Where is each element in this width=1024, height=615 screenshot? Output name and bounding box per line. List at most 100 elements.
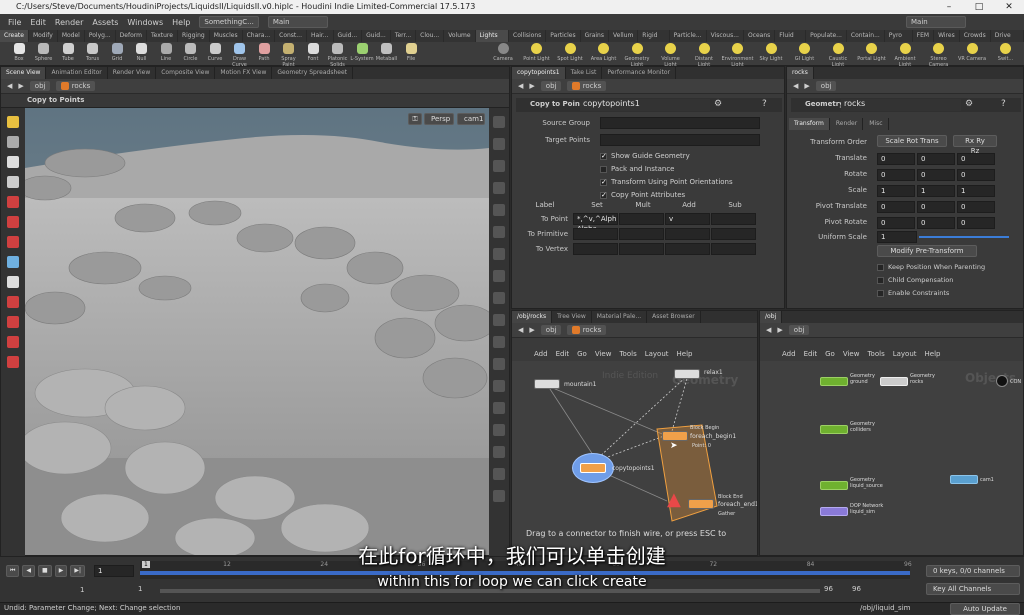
shelf-tab-terr[interactable]: Terr... (391, 30, 417, 42)
tool-tube[interactable]: Tube (55, 43, 81, 62)
menu-assets[interactable]: Assets (92, 18, 118, 27)
display-option-icon[interactable] (493, 292, 505, 304)
forward-icon[interactable]: ▶ (18, 82, 23, 90)
tool-l-system[interactable]: L-System (349, 43, 375, 62)
transform-scale-z[interactable]: 1 (957, 185, 995, 197)
display-option-icon[interactable] (493, 446, 505, 458)
node-rocks[interactable] (880, 377, 908, 386)
transform-pivot-translate-x[interactable]: 0 (877, 201, 915, 213)
tool-portal-light[interactable]: Portal Light (856, 43, 888, 62)
display-option-icon[interactable] (493, 358, 505, 370)
persp-dropdown[interactable]: Persp (424, 113, 454, 125)
tab-animation-editor[interactable]: Animation Editor (46, 67, 108, 79)
path-obj[interactable]: obj (815, 81, 837, 91)
tool-draw-curve[interactable]: Draw Curve (227, 43, 253, 68)
tab-motion-fx-view[interactable]: Motion FX View (215, 67, 273, 79)
display-option-icon[interactable] (493, 468, 505, 480)
modify-pre-transform-button[interactable]: Modify Pre-Transform (877, 245, 977, 257)
node-copytopoints1[interactable] (580, 463, 606, 473)
back-icon[interactable]: ◀ (766, 326, 771, 334)
node-liquid-source[interactable] (820, 481, 848, 490)
target-points-field[interactable] (600, 134, 760, 146)
node-foreach-begin1[interactable] (662, 431, 688, 441)
tool-camera[interactable]: Camera (487, 43, 519, 62)
checkbox-pack-and-instance[interactable] (600, 165, 607, 173)
tool-metaball[interactable]: Metaball (374, 43, 400, 62)
attr-mult-field[interactable] (619, 243, 664, 255)
main-desktop-left[interactable]: Main (267, 16, 328, 28)
tab-tree-view[interactable]: Tree View (552, 311, 592, 323)
node-foreach-end1[interactable] (688, 499, 714, 509)
transform-pivot-rotate-x[interactable]: 0 (877, 217, 915, 229)
tool-circle[interactable]: Circle (178, 43, 204, 62)
subtab-render[interactable]: Render (831, 118, 864, 130)
subtab-transform[interactable]: Transform (789, 118, 830, 130)
display-option-icon[interactable] (493, 116, 505, 128)
viewport-tool-icon[interactable] (7, 136, 19, 148)
tab-obj-rocks[interactable]: /obj/rocks (512, 311, 553, 323)
tab-composite-view[interactable]: Composite View (156, 67, 216, 79)
attr-add-field[interactable] (665, 243, 710, 255)
checkbox-row-pack-and-instance[interactable]: Pack and Instance (600, 163, 780, 176)
network-right-canvas[interactable]: Objects Geometry ground Geometry rocks G… (760, 361, 1023, 555)
menu-layout[interactable]: Layout (893, 348, 917, 360)
con-node-icon[interactable] (996, 375, 1008, 387)
node-mountain1[interactable] (534, 379, 560, 389)
display-option-icon[interactable] (493, 248, 505, 260)
viewport-tool-icon[interactable] (7, 336, 19, 348)
viewport-tool-icon[interactable] (7, 356, 19, 368)
minimize-icon[interactable]: – (934, 0, 964, 14)
maximize-icon[interactable]: □ (964, 0, 994, 14)
display-option-icon[interactable] (493, 336, 505, 348)
checkbox-transform-using-point-orientations[interactable]: ✓ (600, 178, 607, 186)
shelf-tab-guid[interactable]: Guid... (362, 30, 391, 42)
tab-material-pale[interactable]: Material Pale... (592, 311, 648, 323)
shelf-tab-crowds[interactable]: Crowds (960, 30, 991, 42)
tool-vr-camera[interactable]: VR Camera (956, 43, 988, 62)
attr-sub-field[interactable] (711, 243, 756, 255)
tool-distant-light[interactable]: Distant Light (688, 43, 720, 68)
shelf-tab-rigid-b[interactable]: Rigid B... (638, 30, 670, 51)
path-obj[interactable]: obj (29, 81, 51, 91)
tool-point-light[interactable]: Point Light (521, 43, 553, 62)
checkbox-row-show-guide-geometry[interactable]: ✓ Show Guide Geometry (600, 150, 780, 163)
uniform-scale-slider[interactable] (919, 236, 1009, 238)
viewport-tool-icon[interactable] (7, 156, 19, 168)
option-row-keep-position-when-parenting[interactable]: Keep Position When Parenting (877, 261, 1023, 274)
tool-ambient-light[interactable]: Ambient Light (889, 43, 921, 68)
option-row-enable-constraints[interactable]: Enable Constraints (877, 287, 1023, 300)
tool-sky-light[interactable]: Sky Light (755, 43, 787, 62)
node-colliders[interactable] (820, 425, 848, 434)
shelf-tab-grains[interactable]: Grains (581, 30, 609, 42)
tool-box[interactable]: Box (6, 43, 32, 62)
shelf-tab-wires[interactable]: Wires (934, 30, 960, 42)
node-cam1[interactable] (950, 475, 978, 484)
gear-icon[interactable]: ⚙ (965, 99, 973, 109)
viewport-tool-icon[interactable] (7, 276, 19, 288)
path-obj[interactable]: obj (788, 325, 810, 335)
tab-take-list[interactable]: Take List (566, 67, 603, 79)
menu-edit[interactable]: Edit (30, 18, 46, 27)
shelf-tab-model[interactable]: Model (58, 30, 85, 42)
auto-update-dropdown[interactable]: Auto Update (950, 603, 1020, 615)
back-icon[interactable]: ◀ (793, 82, 798, 90)
shelf-tab-fluid-c[interactable]: Fluid C... (775, 30, 807, 51)
desktop-dropdown[interactable]: SomethingC... (199, 16, 259, 28)
checkbox-enable-constraints[interactable] (877, 289, 884, 297)
transform-scale-x[interactable]: 1 (877, 185, 915, 197)
shelf-tab-particle[interactable]: Particle... (670, 30, 707, 42)
attr-set-field[interactable] (573, 228, 618, 240)
subtab-misc[interactable]: Misc (864, 118, 889, 130)
tool-area-light[interactable]: Area Light (588, 43, 620, 62)
transform-rotate-x[interactable]: 0 (877, 169, 915, 181)
viewport-3d[interactable]: ⚿ Persp cam1 (25, 108, 489, 555)
tool-line[interactable]: Line (153, 43, 179, 62)
source-group-field[interactable] (600, 117, 760, 129)
viewport-tool-icon[interactable] (7, 316, 19, 328)
transform-translate-x[interactable]: 0 (877, 153, 915, 165)
tab-rocks[interactable]: rocks (787, 67, 814, 79)
shelf-tab-chara[interactable]: Chara... (243, 30, 276, 42)
tool-spot-light[interactable]: Spot Light (554, 43, 586, 62)
menu-go[interactable]: Go (577, 348, 587, 360)
transform-pivot-translate-y[interactable]: 0 (917, 201, 955, 213)
